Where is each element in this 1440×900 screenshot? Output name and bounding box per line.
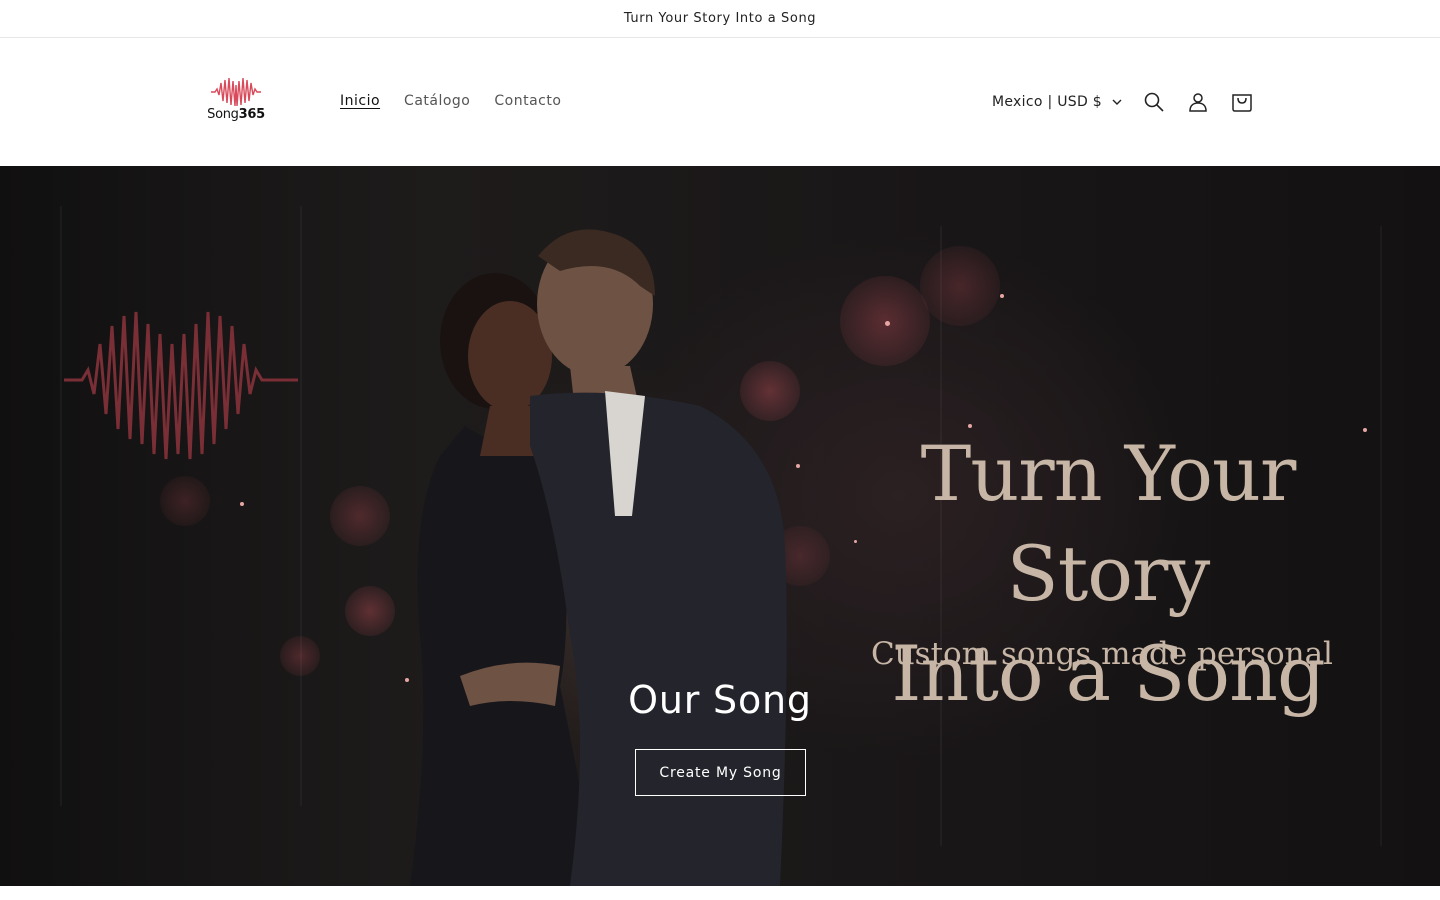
nav-item-catalogo[interactable]: Catálogo	[392, 89, 482, 113]
heart-wave-logo-icon	[211, 77, 261, 107]
chevron-down-icon	[1112, 99, 1122, 105]
cart-icon	[1232, 94, 1252, 112]
account-icon	[1189, 93, 1207, 112]
announcement-bar: Turn Your Story Into a Song	[0, 0, 1440, 38]
sparkle	[240, 502, 244, 506]
nav-item-inicio[interactable]: Inicio	[328, 89, 392, 113]
sparkle	[885, 321, 890, 326]
nav-item-contacto[interactable]: Contacto	[482, 89, 573, 113]
country-selector-label: Mexico | USD $	[992, 94, 1102, 110]
account-button[interactable]	[1176, 83, 1220, 121]
hero-title: Our Song	[628, 678, 812, 722]
create-my-song-button[interactable]: Create My Song	[635, 749, 806, 796]
hero-banner: Turn Your Story Into a Song Custom songs…	[0, 166, 1440, 886]
site-logo[interactable]: Song365	[198, 75, 274, 129]
cart-button[interactable]	[1220, 83, 1264, 121]
country-selector[interactable]: Mexico | USD $	[982, 94, 1132, 110]
hero-image-headline-line1: Turn Your Story	[920, 429, 1297, 618]
page-bottom-strip	[0, 886, 1440, 900]
hero-image-subline: Custom songs made personal	[871, 636, 1333, 672]
header-actions: Mexico | USD $	[982, 83, 1264, 121]
search-icon	[1144, 92, 1164, 112]
bokeh-light	[160, 476, 210, 526]
bokeh-light	[280, 636, 320, 676]
search-button[interactable]	[1132, 83, 1176, 121]
sparkle	[1000, 294, 1004, 298]
site-header: Song365 Inicio Catálogo Contacto Mexico …	[0, 39, 1440, 166]
main-nav: Inicio Catálogo Contacto	[328, 89, 573, 113]
logo-wordmark: Song365	[207, 107, 265, 122]
bokeh-light	[920, 246, 1000, 326]
heart-wave-wall-icon	[64, 311, 298, 460]
announcement-text: Turn Your Story Into a Song	[623, 11, 817, 26]
